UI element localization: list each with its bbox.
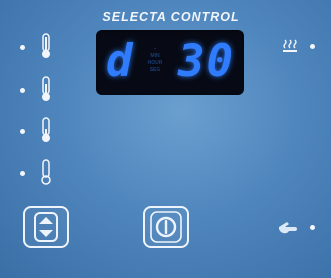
display-indicator-2: HOUR <box>147 60 163 66</box>
indicator-dot-1 <box>20 45 25 50</box>
display-indicator-labels: ▪ MIN HOUR SEG <box>140 46 170 74</box>
display-indicator-1: MIN <box>150 53 160 59</box>
thermometer-mid-icon <box>42 117 50 142</box>
power-icon <box>150 211 182 243</box>
brand-label: SELECTA CONTROL <box>102 10 240 24</box>
up-down-arrows-icon <box>34 212 58 242</box>
display-indicator-0: ▪ <box>154 46 156 52</box>
display-right-value: 30 <box>178 36 235 87</box>
hand-pointer-icon <box>279 222 297 234</box>
heat-waves-icon <box>283 39 297 52</box>
indicator-dot-2 <box>20 88 25 93</box>
thermometer-high-icon <box>42 76 50 101</box>
power-button[interactable] <box>143 206 189 248</box>
indicator-dot-3 <box>20 129 25 134</box>
control-panel: SELECTA CONTROL d ▪ MIN HOUR SEG 30 <box>0 0 331 278</box>
thermometer-full-icon <box>42 33 50 58</box>
display-indicator-3: SEG <box>149 67 161 73</box>
display-left-char: d <box>106 36 133 87</box>
indicator-dot-4 <box>20 171 25 176</box>
thermometer-low-icon <box>41 159 51 185</box>
up-down-button[interactable] <box>23 206 69 248</box>
led-display: d ▪ MIN HOUR SEG 30 <box>96 30 244 95</box>
hand-indicator-dot <box>310 225 315 230</box>
heat-indicator-dot <box>310 44 315 49</box>
